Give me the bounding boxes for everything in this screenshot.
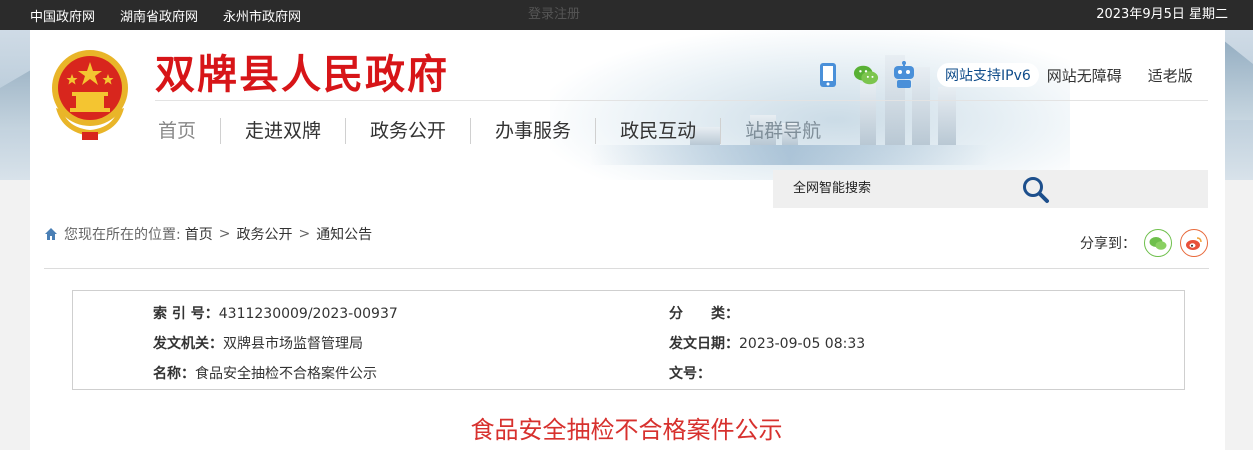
meta-docno-label: 文号： xyxy=(669,366,711,382)
city-scenery-image xyxy=(550,30,1070,180)
search-box[interactable]: 全网智能搜索 xyxy=(773,170,1208,208)
top-links: 中国政府网 湖南省政府网 永州市政府网 xyxy=(30,0,301,30)
document-meta-table: 索 引 号：4311230009/2023-00937 分 类： 发文机关：双牌… xyxy=(72,290,1185,390)
breadcrumb-home[interactable]: 首页 xyxy=(185,224,213,244)
header-tools: 网站支持IPv6 网站无障碍 适老版 xyxy=(815,58,1193,92)
elderly-mode-link[interactable]: 适老版 xyxy=(1148,65,1193,86)
content-divider xyxy=(44,268,1209,269)
share-bar: 分享到： xyxy=(1080,229,1208,257)
meta-category-label: 分 类： xyxy=(669,306,739,322)
ipv6-badge: 网站支持IPv6 xyxy=(937,63,1039,87)
accessibility-link[interactable]: 网站无障碍 xyxy=(1047,65,1122,86)
link-hunan-gov[interactable]: 湖南省政府网 xyxy=(120,6,198,25)
nav-site-group[interactable]: 站群导航 xyxy=(720,118,845,144)
meta-issuer-value: 双牌县市场监督管理局 xyxy=(223,336,363,352)
top-bar: 中国政府网 湖南省政府网 永州市政府网 登录注册 2023年9月5日 星期二 xyxy=(0,0,1253,30)
meta-index: 索 引 号：4311230009/2023-00937 xyxy=(153,303,398,323)
search-icon[interactable] xyxy=(1021,175,1051,205)
emblem-icon[interactable] xyxy=(48,48,132,143)
meta-date: 发文日期：2023-09-05 08:33 xyxy=(669,333,865,353)
link-gov-cn[interactable]: 中国政府网 xyxy=(30,6,95,25)
breadcrumb-prefix: 您现在所在的位置: xyxy=(64,227,181,243)
meta-index-value: 4311230009/2023-00937 xyxy=(218,306,398,322)
link-yongzhou-gov[interactable]: 永州市政府网 xyxy=(223,6,301,25)
share-label: 分享到： xyxy=(1080,236,1136,252)
meta-issuer-label: 发文机关： xyxy=(153,336,223,352)
breadcrumb: 您现在所在的位置: 首页 > 政务公开 > 通知公告 xyxy=(44,224,372,244)
meta-date-value: 2023-09-05 08:33 xyxy=(739,336,866,352)
nav-about[interactable]: 走进双牌 xyxy=(220,118,345,144)
meta-name-value: 食品安全抽检不合格案件公示 xyxy=(195,366,377,382)
breadcrumb-gov-affairs[interactable]: 政务公开 xyxy=(236,224,292,244)
weibo-share-icon[interactable] xyxy=(1180,229,1208,257)
site-title[interactable]: 双牌县人民政府 xyxy=(155,42,449,100)
breadcrumb-notices[interactable]: 通知公告 xyxy=(316,224,372,244)
meta-issuer: 发文机关：双牌县市场监督管理局 xyxy=(153,333,363,353)
robot-icon[interactable] xyxy=(891,61,917,88)
meta-name-label: 名称： xyxy=(153,366,195,382)
meta-date-label: 发文日期： xyxy=(669,336,739,352)
main-nav: 首页 走进双牌 政务公开 办事服务 政民互动 站群导航 xyxy=(155,114,845,148)
search-input[interactable]: 全网智能搜索 xyxy=(793,170,871,208)
home-icon xyxy=(45,228,57,240)
meta-name: 名称：食品安全抽检不合格案件公示 xyxy=(153,363,377,383)
nav-services[interactable]: 办事服务 xyxy=(470,118,595,144)
nav-home[interactable]: 首页 xyxy=(155,118,220,144)
nav-interaction[interactable]: 政民互动 xyxy=(595,118,720,144)
meta-category: 分 类： xyxy=(669,303,739,323)
nav-divider xyxy=(155,100,1208,101)
current-date: 2023年9月5日 星期二 xyxy=(1096,7,1228,22)
meta-docno: 文号： xyxy=(669,363,711,383)
meta-index-label: 索 引 号： xyxy=(153,306,219,322)
article-title: 食品安全抽检不合格案件公示 xyxy=(470,416,783,444)
wechat-share-icon[interactable] xyxy=(1144,229,1172,257)
nav-gov-affairs[interactable]: 政务公开 xyxy=(345,118,470,144)
mobile-icon[interactable] xyxy=(815,62,841,88)
login-register-link[interactable]: 登录注册 xyxy=(528,0,580,30)
wechat-icon[interactable] xyxy=(853,62,879,88)
